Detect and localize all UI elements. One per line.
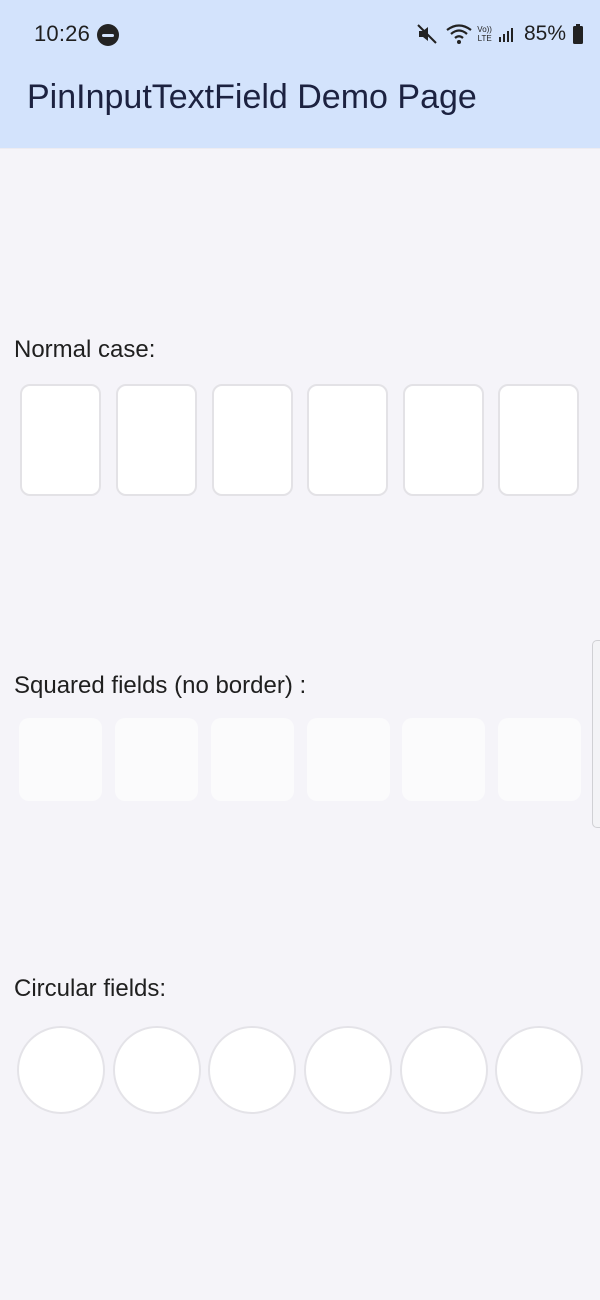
normal-pin-field-1[interactable]: [20, 384, 101, 496]
circular-pin-row: [0, 1026, 600, 1141]
squared-pin-field-6[interactable]: [498, 718, 581, 801]
circular-pin-field-3[interactable]: [208, 1026, 296, 1114]
circular-fields-label: Circular fields:: [14, 975, 167, 1002]
circular-pin-field-6[interactable]: [495, 1026, 583, 1114]
battery-icon: [573, 24, 583, 44]
page-title: PinInputTextField Demo Page: [27, 78, 477, 116]
circular-pin-field-2[interactable]: [113, 1026, 201, 1114]
squared-pin-row: [0, 718, 600, 833]
side-scroll-handle[interactable]: [592, 640, 600, 828]
normal-pin-field-6[interactable]: [498, 384, 579, 496]
network-type-label: LTE: [477, 34, 492, 43]
normal-pin-field-4[interactable]: [307, 384, 388, 496]
normal-pin-row: [0, 384, 600, 499]
squared-pin-field-5[interactable]: [402, 718, 485, 801]
circular-pin-field-4[interactable]: [304, 1026, 392, 1114]
squared-pin-field-2[interactable]: [115, 718, 198, 801]
status-icons: Vo)) LTE 85%: [415, 18, 584, 50]
circular-pin-field-5[interactable]: [400, 1026, 488, 1114]
normal-pin-field-2[interactable]: [116, 384, 197, 496]
normal-case-label: Normal case:: [14, 336, 156, 363]
battery-percentage: 85%: [523, 22, 566, 45]
do-not-disturb-icon: [97, 24, 119, 46]
squared-pin-field-4[interactable]: [307, 718, 390, 801]
normal-pin-field-3[interactable]: [212, 384, 293, 496]
squared-pin-field-3[interactable]: [211, 718, 294, 801]
squared-pin-field-1[interactable]: [19, 718, 102, 801]
wifi-icon: [446, 24, 472, 44]
normal-pin-field-5[interactable]: [403, 384, 484, 496]
status-time: 10:26: [34, 21, 91, 46]
app-header: 10:26 Vo)) LTE 85% PinInputTextField Dem…: [0, 0, 600, 148]
signal-icon: [498, 28, 513, 42]
mute-icon: [417, 24, 438, 44]
volte-label: Vo)): [477, 25, 492, 34]
circular-pin-field-1[interactable]: [17, 1026, 105, 1114]
squared-fields-label: Squared fields (no border) :: [14, 672, 307, 699]
